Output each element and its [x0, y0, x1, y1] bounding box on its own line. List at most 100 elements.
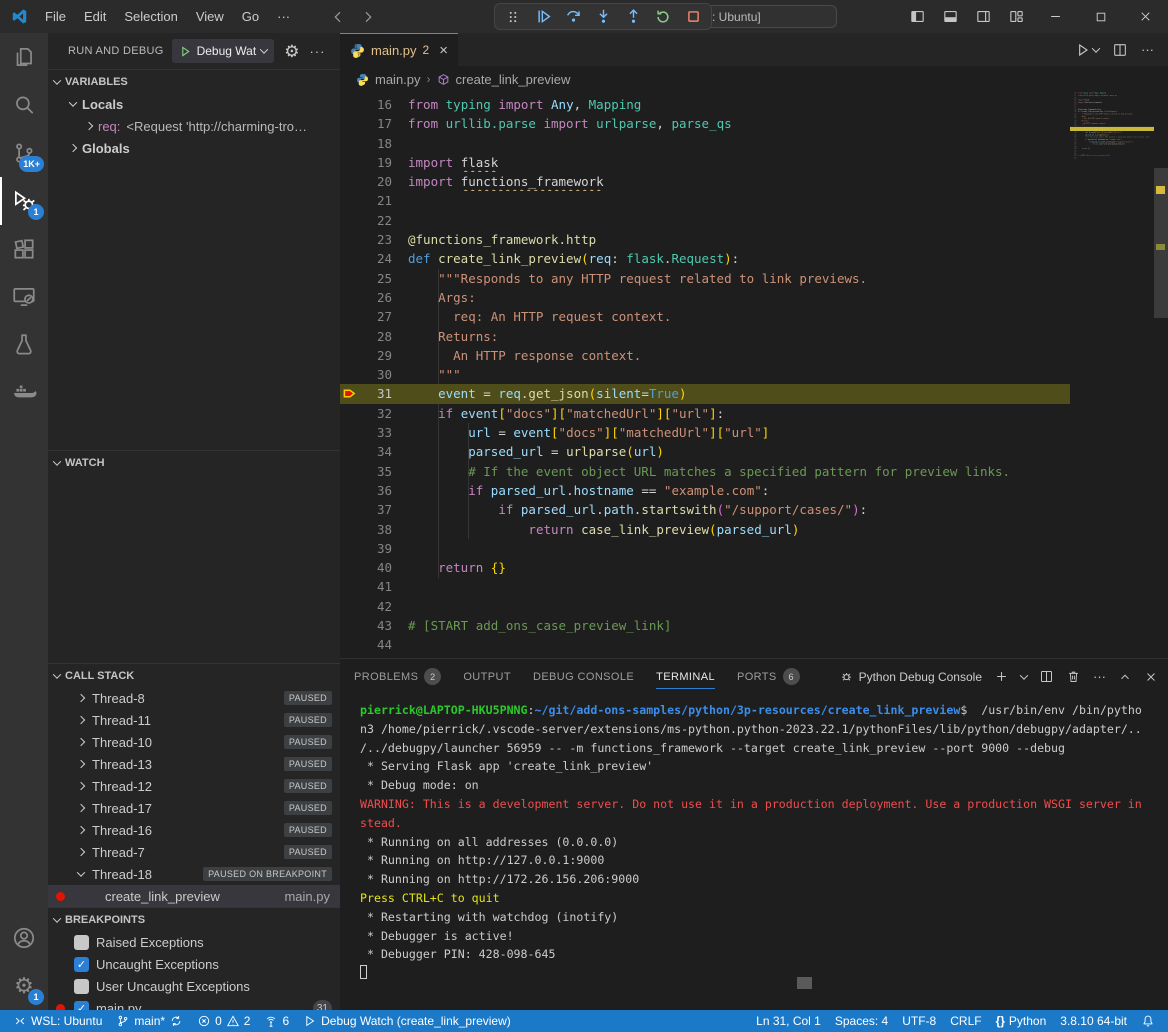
breadcrumb-symbol[interactable]: create_link_preview [456, 72, 571, 87]
code-line[interactable]: 17from urllib.parse import urlparse, par… [340, 114, 1070, 133]
code-line[interactable]: 44 [1070, 157, 1154, 159]
activity-item-search[interactable] [0, 81, 48, 129]
tab-main-py[interactable]: main.py 2 × [340, 33, 458, 66]
status-language-mode[interactable]: {}Python [989, 1010, 1054, 1032]
gutter-glyph-margin[interactable] [340, 520, 358, 539]
panel-tab-debug-console[interactable]: DEBUG CONSOLE [533, 659, 634, 694]
panel-tab-ports[interactable]: PORTS6 [737, 659, 800, 694]
stack-frame-row[interactable]: create_link_preview main.py [48, 885, 340, 907]
panel-more-actions-icon[interactable]: ··· [1093, 669, 1106, 684]
step-out-icon[interactable] [618, 4, 648, 29]
debug-settings-gear-icon[interactable]: ⚙ [284, 43, 299, 60]
code-line[interactable]: 29 An HTTP response context. [340, 346, 1070, 365]
thread-row[interactable]: Thread-17PAUSED [48, 797, 340, 819]
status-debug-status[interactable]: Debug Watch (create_link_preview) [296, 1010, 518, 1032]
code-line[interactable]: 23@functions_framework.http [340, 230, 1070, 249]
code-line[interactable]: 24def create_link_preview(req: flask.Req… [340, 249, 1070, 268]
toggle-panel-icon[interactable] [934, 0, 967, 33]
activity-item-extensions[interactable] [0, 225, 48, 273]
code-line[interactable]: 28 Returns: [340, 327, 1070, 346]
code-line[interactable]: 25 """Responds to any HTTP request relat… [340, 269, 1070, 288]
gutter-glyph-margin[interactable] [340, 191, 358, 210]
gutter-glyph-margin[interactable] [340, 230, 358, 249]
gutter-glyph-margin[interactable] [340, 616, 358, 635]
gutter-glyph-margin[interactable] [340, 288, 358, 307]
continue-icon[interactable] [528, 4, 558, 29]
forward-arrow-icon[interactable] [360, 9, 376, 25]
gutter-glyph-margin[interactable] [340, 481, 358, 500]
menu-view[interactable]: View [187, 0, 233, 33]
terminal-dropdown-icon[interactable] [1020, 671, 1028, 679]
code-line[interactable]: 33 url = event["docs"]["matchedUrl"]["ur… [340, 423, 1070, 442]
code-line[interactable]: 37 if parsed_url.path.startswith("/suppo… [340, 500, 1070, 519]
status-python-version[interactable]: 3.8.10 64-bit [1053, 1010, 1134, 1032]
globals-tree-item[interactable]: Globals [48, 137, 340, 159]
gutter-glyph-margin[interactable] [340, 635, 358, 654]
code-line[interactable]: 35 # If the event object URL matches a s… [340, 462, 1070, 481]
code-line[interactable]: 38 return case_link_preview(parsed_url) [340, 520, 1070, 539]
gutter-glyph-margin[interactable] [340, 500, 358, 519]
stop-icon[interactable] [678, 4, 708, 29]
thread-row[interactable]: Thread-18PAUSED ON BREAKPOINT [48, 863, 340, 885]
breakpoint-row[interactable]: ✓Uncaught Exceptions [48, 953, 340, 975]
gutter-glyph-margin[interactable] [340, 172, 358, 191]
thread-row[interactable]: Thread-10PAUSED [48, 731, 340, 753]
step-into-icon[interactable] [588, 4, 618, 29]
code-line[interactable]: 19import flask [340, 153, 1070, 172]
thread-row[interactable]: Thread-16PAUSED [48, 819, 340, 841]
gutter-glyph-margin[interactable] [340, 597, 358, 616]
code-line[interactable]: 30 """ [340, 365, 1070, 384]
gutter-glyph-margin[interactable] [340, 384, 358, 403]
status-encoding[interactable]: UTF-8 [895, 1010, 943, 1032]
gutter-glyph-margin[interactable] [340, 269, 358, 288]
minimap[interactable]: 16from typing import Any, Mapping17from … [1070, 92, 1154, 337]
gutter-glyph-margin[interactable] [1070, 157, 1072, 159]
gutter-glyph-margin[interactable] [340, 153, 358, 172]
thread-row[interactable]: Thread-13PAUSED [48, 753, 340, 775]
back-arrow-icon[interactable] [330, 9, 346, 25]
menu-selection[interactable]: Selection [115, 0, 186, 33]
gutter-glyph-margin[interactable] [340, 211, 358, 230]
code-line[interactable]: 26 Args: [340, 288, 1070, 307]
panel-tab-output[interactable]: OUTPUT [463, 659, 511, 694]
editor-more-actions-icon[interactable]: ··· [1141, 42, 1154, 57]
watch-header[interactable]: WATCH [48, 451, 340, 474]
terminal-instance-label[interactable]: Python Debug Console [839, 669, 982, 684]
restart-icon[interactable] [648, 4, 678, 29]
status-git-branch[interactable]: main* [109, 1010, 190, 1032]
drag-grip-icon[interactable] [498, 4, 528, 29]
status-forwarded-ports[interactable]: 6 [257, 1010, 296, 1032]
code-line[interactable]: 16from typing import Any, Mapping [340, 95, 1070, 114]
split-terminal-icon[interactable] [1039, 669, 1054, 684]
kill-terminal-icon[interactable] [1066, 669, 1081, 684]
code-line[interactable]: 36 if parsed_url.hostname == "example.co… [340, 481, 1070, 500]
thread-row[interactable]: Thread-11PAUSED [48, 709, 340, 731]
breakpoint-row[interactable]: User Uncaught Exceptions [48, 975, 340, 997]
code-line[interactable]: 27 req: An HTTP request context. [340, 307, 1070, 326]
breakpoints-header[interactable]: BREAKPOINTS [48, 908, 340, 931]
tab-close-icon[interactable]: × [439, 42, 448, 59]
variables-header[interactable]: VARIABLES [48, 70, 340, 93]
close-panel-icon[interactable] [1144, 670, 1158, 684]
maximize-button[interactable] [1078, 0, 1123, 33]
code-line[interactable]: 44 [340, 635, 1070, 654]
gutter-glyph-margin[interactable] [340, 95, 358, 114]
thread-row[interactable]: Thread-12PAUSED [48, 775, 340, 797]
gutter-glyph-margin[interactable] [340, 404, 358, 423]
close-button[interactable] [1123, 0, 1168, 33]
gutter-glyph-margin[interactable] [340, 114, 358, 133]
status-indentation[interactable]: Spaces: 4 [828, 1010, 895, 1032]
maximize-panel-icon[interactable] [1118, 670, 1132, 684]
code-line[interactable]: 41 [340, 577, 1070, 596]
run-python-file-icon[interactable] [1075, 42, 1099, 58]
breadcrumb-file[interactable]: main.py [375, 72, 421, 87]
gutter-glyph-margin[interactable] [340, 423, 358, 442]
start-debug-icon[interactable] [179, 45, 192, 58]
code-line[interactable]: 21 [340, 191, 1070, 210]
code-line[interactable]: 34 parsed_url = urlparse(url) [340, 442, 1070, 461]
code-line[interactable]: 39 [340, 539, 1070, 558]
sidebar-more-icon[interactable]: ··· [309, 44, 325, 59]
menu-file[interactable]: File [36, 0, 75, 33]
panel-tab-problems[interactable]: PROBLEMS2 [354, 659, 441, 694]
gutter-glyph-margin[interactable] [340, 307, 358, 326]
